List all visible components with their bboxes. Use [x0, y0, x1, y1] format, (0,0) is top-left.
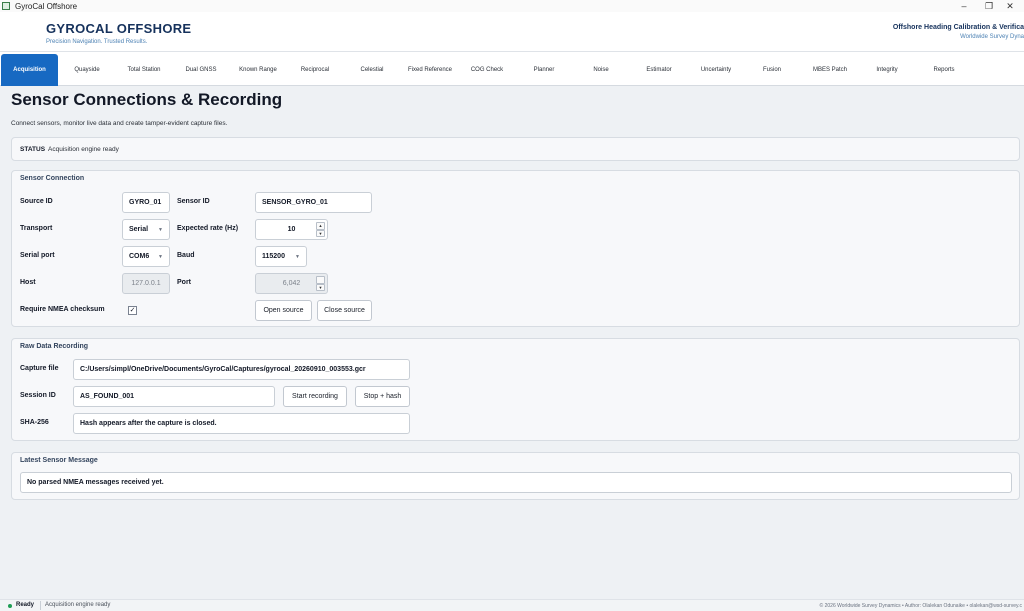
tab-quayside[interactable]: Quayside: [61, 54, 113, 86]
open-source-button[interactable]: Open source: [255, 300, 312, 321]
expected-rate-spinbox[interactable]: 10 ▲ ▼: [255, 219, 328, 240]
latest-message-title: Latest Sensor Message: [20, 457, 98, 464]
port-value: 6,042: [282, 280, 301, 287]
start-recording-button[interactable]: Start recording: [283, 386, 347, 407]
header-right: Offshore Heading Calibration & Verifica …: [893, 24, 1024, 40]
status-message: Acquisition engine ready: [45, 602, 111, 608]
status-value: Acquisition engine ready: [48, 146, 119, 153]
tab-cog-check[interactable]: COG Check: [462, 54, 512, 86]
brand-title: GYROCAL OFFSHORE: [46, 21, 192, 36]
port-stepper: ▼: [316, 276, 325, 291]
tab-planner[interactable]: Planner: [518, 54, 570, 86]
transport-select[interactable]: Serial ▼: [122, 219, 170, 240]
ready-text: Ready: [16, 602, 35, 608]
source-id-field[interactable]: GYRO_01: [122, 192, 170, 213]
ready-indicator-icon: [8, 604, 12, 608]
step-up-icon: [316, 276, 325, 284]
require-checksum-checkbox[interactable]: ✓: [128, 306, 137, 315]
capture-file-label: Capture file: [20, 365, 59, 372]
close-source-button[interactable]: Close source: [317, 300, 372, 321]
footer-credit: © 2026 Worldwide Survey Dynamics • Autho…: [819, 603, 1022, 609]
tab-total-station[interactable]: Total Station: [117, 54, 171, 86]
page-subtitle: Connect sensors, monitor live data and c…: [11, 120, 228, 127]
sensor-connection-panel: Sensor Connection Source ID GYRO_01 Sens…: [11, 170, 1020, 327]
latest-message-panel: Latest Sensor Message No parsed NMEA mes…: [11, 452, 1020, 500]
expected-rate-value: 10: [287, 226, 296, 233]
tab-known-range[interactable]: Known Range: [230, 54, 286, 86]
tab-fixed-reference[interactable]: Fixed Reference: [400, 54, 460, 86]
raw-recording-panel: Raw Data Recording Capture file C:/Users…: [11, 338, 1020, 441]
window-titlebar: GyroCal Offshore – ❐ ✕: [0, 0, 1024, 12]
company-name: Worldwide Survey Dyna: [960, 34, 1024, 40]
step-down-icon: ▼: [316, 283, 325, 291]
baud-label: Baud: [177, 252, 195, 259]
rate-stepper[interactable]: ▲ ▼: [316, 222, 325, 237]
tab-integrity[interactable]: Integrity: [860, 54, 914, 86]
chevron-down-icon: ▼: [158, 254, 163, 260]
chevron-down-icon: ▼: [295, 254, 300, 260]
sensor-connection-title: Sensor Connection: [20, 175, 85, 182]
app-subtitle: Offshore Heading Calibration & Verifica: [892, 24, 1024, 31]
serial-port-label: Serial port: [20, 252, 55, 259]
step-up-icon[interactable]: ▲: [316, 222, 325, 230]
tab-estimator[interactable]: Estimator: [632, 54, 686, 86]
app-header: GYROCAL OFFSHORE Precision Navigation. T…: [0, 12, 1024, 52]
serial-port-select[interactable]: COM6 ▼: [122, 246, 170, 267]
window-title: GyroCal Offshore: [15, 1, 78, 11]
port-spinbox: 6,042 ▼: [255, 273, 328, 294]
host-field: 127.0.0.1: [122, 273, 170, 294]
status-bar: Ready Acquisition engine ready © 2026 Wo…: [0, 599, 1024, 611]
serial-port-value: COM6: [129, 253, 150, 260]
tab-uncertainty[interactable]: Uncertainty: [689, 54, 743, 86]
expected-rate-label: Expected rate (Hz): [177, 225, 239, 232]
transport-label: Transport: [20, 225, 53, 232]
source-id-label: Source ID: [20, 198, 53, 205]
sensor-id-field[interactable]: SENSOR_GYRO_01: [255, 192, 372, 213]
tab-celestial[interactable]: Celestial: [346, 54, 398, 86]
tab-acquisition[interactable]: Acquisition: [1, 54, 58, 86]
raw-recording-title: Raw Data Recording: [20, 343, 89, 350]
status-key: STATUS: [20, 146, 46, 153]
require-checksum-label: Require NMEA checksum: [20, 306, 105, 313]
capture-file-field[interactable]: C:/Users/simpl/OneDrive/Documents/GyroCa…: [73, 359, 410, 380]
tab-reports[interactable]: Reports: [917, 54, 971, 86]
stop-hash-button[interactable]: Stop + hash: [355, 386, 410, 407]
status-divider: [40, 601, 41, 610]
status-panel: STATUS Acquisition engine ready: [11, 137, 1020, 161]
sha256-label: SHA-256: [20, 419, 49, 426]
close-icon[interactable]: ✕: [996, 0, 1024, 12]
sensor-id-label: Sensor ID: [177, 198, 210, 205]
baud-value: 115200: [262, 253, 285, 260]
chevron-down-icon: ▼: [158, 227, 163, 233]
tab-noise[interactable]: Noise: [575, 54, 627, 86]
page-title: Sensor Connections & Recording: [11, 90, 283, 109]
tab-reciprocal[interactable]: Reciprocal: [289, 54, 341, 86]
host-label: Host: [20, 279, 36, 286]
port-label: Port: [177, 279, 191, 286]
latest-message-field: No parsed NMEA messages received yet.: [20, 472, 1012, 493]
tab-mbes-patch[interactable]: MBES Patch: [803, 54, 857, 86]
session-id-field[interactable]: AS_FOUND_001: [73, 386, 275, 407]
tab-bar: Acquisition Quayside Total Station Dual …: [0, 52, 1024, 86]
transport-value: Serial: [129, 226, 149, 233]
sha256-field: Hash appears after the capture is closed…: [73, 413, 410, 434]
baud-select[interactable]: 115200 ▼: [255, 246, 307, 267]
step-down-icon[interactable]: ▼: [316, 229, 325, 237]
tab-fusion[interactable]: Fusion: [746, 54, 798, 86]
app-icon: [2, 2, 10, 10]
minimize-icon[interactable]: –: [950, 0, 978, 12]
brand-tagline: Precision Navigation. Trusted Results.: [46, 39, 148, 45]
tab-dual-gnss[interactable]: Dual GNSS: [175, 54, 227, 86]
session-id-label: Session ID: [20, 392, 56, 399]
